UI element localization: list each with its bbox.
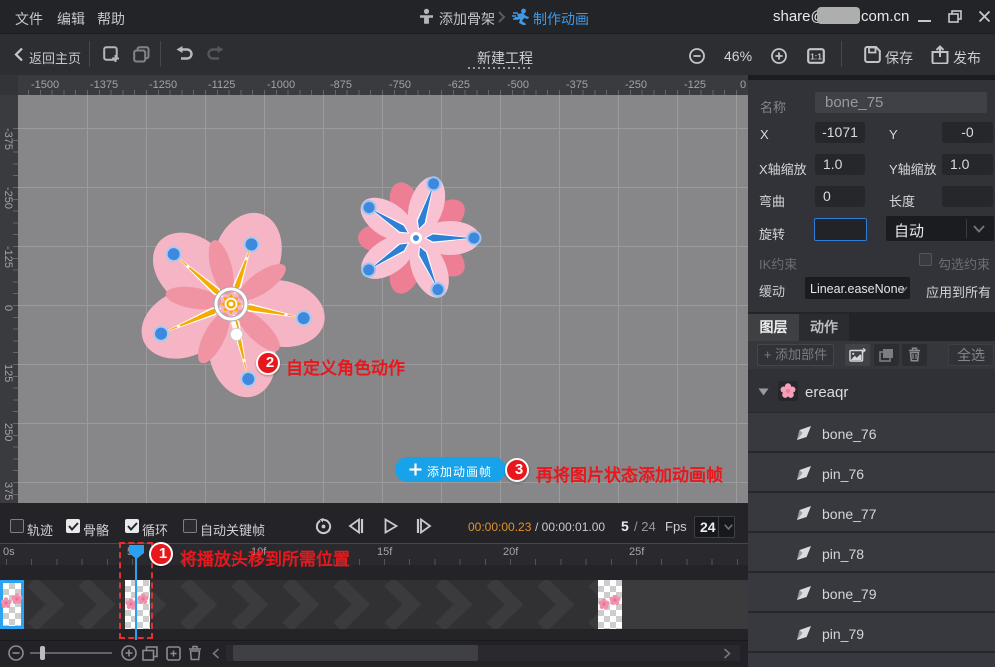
svg-text:1:1: 1:1 bbox=[810, 53, 822, 62]
